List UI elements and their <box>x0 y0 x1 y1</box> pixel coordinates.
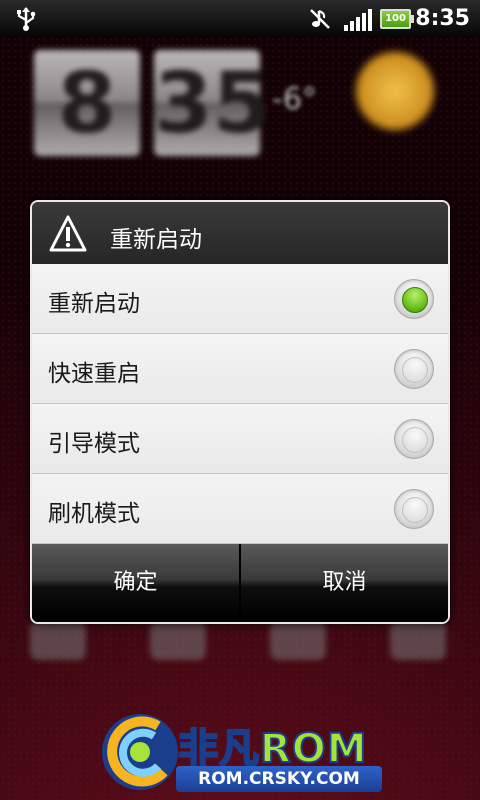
watermark-url: ROM.CRSKY.COM <box>176 766 382 792</box>
background-app-icon <box>30 620 86 660</box>
watermark: 非凡ROM ROM.CRSKY.COM <box>98 706 390 798</box>
background-clock-widget: 8 35 <box>34 50 271 160</box>
dialog-buttons: 确定 取消 <box>32 544 448 622</box>
radio-button[interactable] <box>394 419 434 459</box>
alert-icon <box>49 215 87 252</box>
option-label: 重新启动 <box>48 291 140 317</box>
ok-button[interactable]: 确定 <box>32 544 239 622</box>
background-app-icon <box>390 620 446 660</box>
status-time: 8:35 <box>415 6 470 31</box>
background-temperature: -6° <box>272 82 317 117</box>
radio-button[interactable] <box>394 349 434 389</box>
battery-icon: 100 <box>380 9 414 29</box>
option-recovery[interactable]: 刷机模式 <box>32 474 448 544</box>
clock-minute: 35 <box>154 50 271 156</box>
option-label: 引导模式 <box>48 431 140 457</box>
radio-button-selected[interactable] <box>394 279 434 319</box>
clock-hour: 8 <box>34 50 140 156</box>
reboot-dialog: 重新启动 重新启动 快速重启 引导模式 刷机模式 确定 取消 <box>30 200 450 624</box>
radio-button[interactable] <box>394 489 434 529</box>
option-fast-reboot[interactable]: 快速重启 <box>32 334 448 404</box>
dialog-title: 重新启动 <box>110 227 202 253</box>
status-bar: 100 8:35 <box>0 0 480 38</box>
background-app-icon <box>270 620 326 660</box>
option-label: 快速重启 <box>48 361 140 387</box>
cancel-button[interactable]: 取消 <box>241 544 448 622</box>
watermark-logo-icon <box>102 714 178 790</box>
background-app-icons <box>0 610 480 710</box>
dialog-header: 重新启动 <box>32 202 448 264</box>
option-reboot[interactable]: 重新启动 <box>32 264 448 334</box>
option-label: 刷机模式 <box>48 501 140 527</box>
battery-tip <box>411 15 414 23</box>
option-bootloader[interactable]: 引导模式 <box>32 404 448 474</box>
weather-sun-icon <box>356 52 434 130</box>
signal-icon <box>344 9 372 31</box>
background-app-icon <box>150 620 206 660</box>
battery-level: 100 <box>382 11 409 27</box>
usb-icon <box>17 7 36 31</box>
muted-icon <box>310 9 330 29</box>
reboot-options-list: 重新启动 快速重启 引导模式 刷机模式 <box>32 264 448 544</box>
